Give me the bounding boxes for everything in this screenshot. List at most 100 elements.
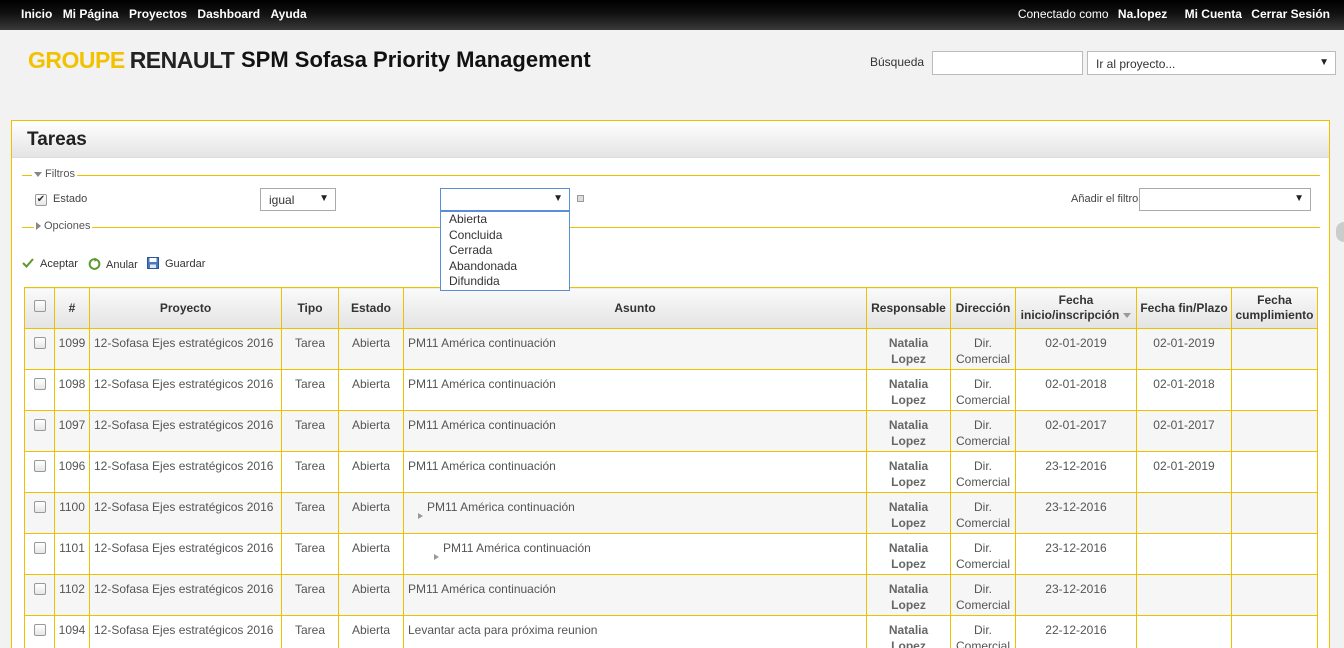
row-checkbox[interactable] — [33, 378, 46, 390]
apply-button[interactable]: Aceptar — [22, 257, 78, 270]
column-header-project[interactable]: Proyecto — [89, 287, 282, 329]
clear-label: Anular — [106, 259, 138, 271]
status-option-concluida[interactable]: Concluida — [441, 228, 569, 244]
task-due-date — [1136, 574, 1232, 616]
task-project[interactable]: 12-Sofasa Ejes estratégicos 2016 — [89, 615, 282, 648]
options-legend[interactable]: Opciones — [34, 220, 93, 232]
side-collapse-handle[interactable] — [1336, 222, 1344, 242]
toggle-multiselect-icon[interactable] — [577, 195, 584, 202]
row-checkbox[interactable] — [33, 542, 46, 554]
save-button[interactable]: Guardar — [147, 257, 205, 270]
row-checkbox[interactable] — [33, 624, 46, 636]
filter-estado-checkbox[interactable]: ✔ — [35, 194, 47, 206]
row-select-cell — [24, 615, 55, 648]
task-id[interactable]: 1102 — [54, 574, 90, 616]
row-checkbox[interactable] — [33, 583, 46, 595]
task-project[interactable]: 12-Sofasa Ejes estratégicos 2016 — [89, 492, 282, 534]
column-header-id[interactable]: # — [54, 287, 90, 329]
tasks-table: # Proyecto Tipo Estado Asunto Responsabl… — [24, 287, 1318, 648]
task-start-date: 23-12-2016 — [1015, 533, 1137, 575]
direction-line-1: Dir. — [974, 582, 992, 596]
task-responsible: Natalia Lopez — [866, 369, 951, 411]
direction-line-2: Comercial — [955, 393, 1010, 407]
task-completion-date — [1231, 533, 1318, 575]
row-checkbox[interactable] — [33, 501, 46, 513]
table-row[interactable]: 1099 12-Sofasa Ejes estratégicos 2016 Tare… — [24, 328, 1318, 370]
task-subject[interactable]: PM11 América continuación — [443, 541, 591, 555]
current-user-link[interactable]: Na.lopez — [1118, 7, 1167, 21]
task-project[interactable]: 12-Sofasa Ejes estratégicos 2016 — [89, 533, 282, 575]
task-subject[interactable]: PM11 América continuación — [408, 418, 556, 432]
table-row[interactable]: 1102 12-Sofasa Ejes estratégicos 2016 Tare… — [24, 574, 1318, 616]
task-project[interactable]: 12-Sofasa Ejes estratégicos 2016 — [89, 574, 282, 616]
filter-operator-select[interactable]: igual ▼ — [260, 188, 336, 211]
logout-link[interactable]: Cerrar Sesión — [1251, 7, 1330, 21]
direction-line-2: Comercial — [955, 434, 1010, 448]
status-option-cerrada[interactable]: Cerrada — [441, 243, 569, 259]
task-id[interactable]: 1100 — [54, 492, 90, 534]
status-option-abierta[interactable]: Abierta — [441, 212, 569, 228]
responsible-first-name: Natalia — [888, 377, 929, 391]
column-header-responsible[interactable]: Responsable — [866, 287, 951, 329]
add-filter-select[interactable]: ▼ — [1139, 188, 1311, 211]
task-id[interactable]: 1099 — [54, 328, 90, 370]
task-subject[interactable]: PM11 América continuación — [408, 582, 556, 596]
task-id[interactable]: 1098 — [54, 369, 90, 411]
table-row[interactable]: 1096 12-Sofasa Ejes estratégicos 2016 Tare… — [24, 451, 1318, 493]
task-project[interactable]: 12-Sofasa Ejes estratégicos 2016 — [89, 451, 282, 493]
filter-value-select[interactable]: ▼ — [440, 188, 570, 211]
direction-line-1: Dir. — [974, 418, 992, 432]
row-checkbox[interactable] — [33, 419, 46, 431]
table-row[interactable]: 1097 12-Sofasa Ejes estratégicos 2016 Tare… — [24, 410, 1318, 452]
table-row[interactable]: 1098 12-Sofasa Ejes estratégicos 2016 Tare… — [24, 369, 1318, 411]
my-account-link[interactable]: Mi Cuenta — [1185, 7, 1242, 21]
row-checkbox[interactable] — [33, 460, 46, 472]
task-subject[interactable]: PM11 América continuación — [408, 459, 556, 473]
options-fieldset-border — [22, 227, 1320, 228]
menu-proyectos-link[interactable]: Proyectos — [129, 7, 187, 21]
chevron-down-icon: ▼ — [553, 193, 563, 204]
column-header-completion-date[interactable]: Fecha cumplimiento — [1231, 287, 1318, 329]
table-row[interactable]: 1101 12-Sofasa Ejes estratégicos 2016 Tare… — [24, 533, 1318, 575]
select-all-cell — [24, 287, 55, 329]
task-due-date — [1136, 615, 1232, 648]
task-id[interactable]: 1097 — [54, 410, 90, 452]
table-row[interactable]: 1094 12-Sofasa Ejes estratégicos 2016 Tare… — [24, 615, 1318, 648]
select-all-checkbox[interactable] — [33, 300, 46, 312]
task-id[interactable]: 1101 — [54, 533, 90, 575]
clear-button[interactable]: Anular — [88, 257, 138, 271]
column-header-direction[interactable]: Dirección — [950, 287, 1016, 329]
task-project[interactable]: 12-Sofasa Ejes estratégicos 2016 — [89, 369, 282, 411]
column-header-start-date[interactable]: Fecha inicio/inscripción — [1015, 287, 1137, 329]
task-id[interactable]: 1096 — [54, 451, 90, 493]
column-header-subject[interactable]: Asunto — [403, 287, 867, 329]
column-header-status[interactable]: Estado — [338, 287, 404, 329]
task-project[interactable]: 12-Sofasa Ejes estratégicos 2016 — [89, 328, 282, 370]
column-header-due-date[interactable]: Fecha fin/Plazo — [1136, 287, 1232, 329]
status-option-abandonada[interactable]: Abandonada — [441, 259, 569, 275]
task-project[interactable]: 12-Sofasa Ejes estratégicos 2016 — [89, 410, 282, 452]
search-input[interactable] — [932, 51, 1083, 75]
responsible-first-name: Natalia — [888, 623, 929, 637]
responsible-last-name: Lopez — [891, 393, 926, 407]
table-header-row: # Proyecto Tipo Estado Asunto Responsabl… — [24, 287, 1318, 329]
column-header-type[interactable]: Tipo — [281, 287, 339, 329]
task-subject[interactable]: Levantar acta para próxima reunion — [408, 623, 597, 637]
task-subject[interactable]: PM11 América continuación — [408, 377, 556, 391]
menu-ayuda-link[interactable]: Ayuda — [270, 7, 306, 21]
status-option-difundida[interactable]: Difundida — [441, 274, 569, 290]
table-row[interactable]: 1100 12-Sofasa Ejes estratégicos 2016 Tare… — [24, 492, 1318, 534]
project-jump-select[interactable]: Ir al proyecto... ▼ — [1087, 51, 1336, 75]
task-subject[interactable]: PM11 América continuación — [408, 336, 556, 350]
task-status: Abierta — [338, 533, 404, 575]
menu-inicio-link[interactable]: Inicio — [21, 7, 52, 21]
menu-mi-pagina-link[interactable]: Mi Página — [63, 7, 119, 21]
task-start-date: 02-01-2017 — [1015, 410, 1137, 452]
menu-dashboard-link[interactable]: Dashboard — [197, 7, 260, 21]
task-status: Abierta — [338, 451, 404, 493]
filters-legend[interactable]: Filtros — [32, 168, 77, 180]
row-checkbox[interactable] — [33, 337, 46, 349]
task-subject-cell: PM11 América continuación — [403, 533, 867, 575]
task-id[interactable]: 1094 — [54, 615, 90, 648]
task-subject[interactable]: PM11 América continuación — [427, 500, 575, 514]
